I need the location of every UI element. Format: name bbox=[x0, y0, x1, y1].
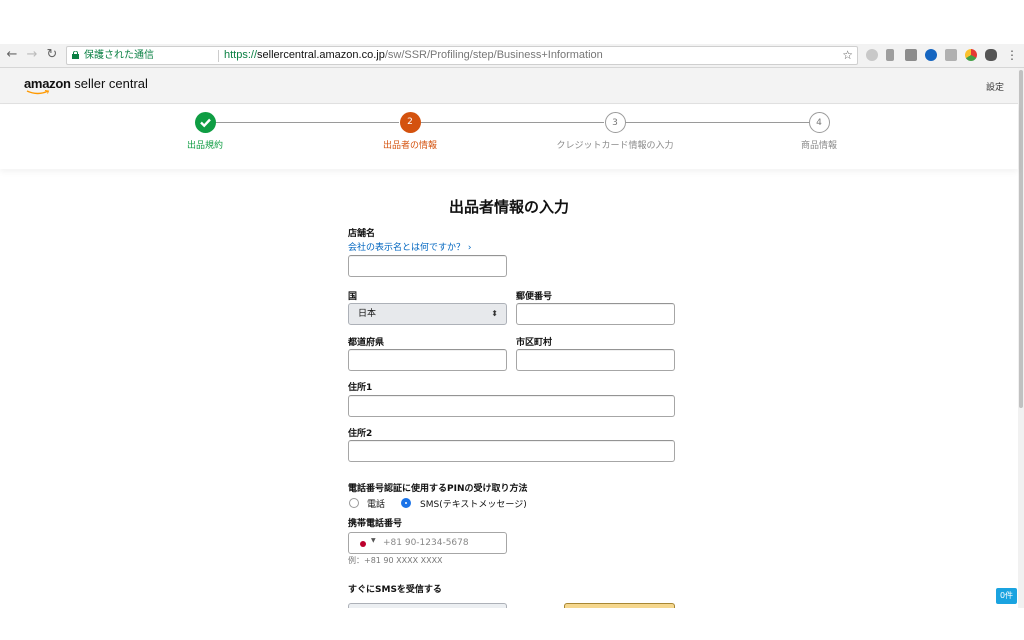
step-number: 4 bbox=[808, 112, 830, 133]
extension-gamepad-icon[interactable] bbox=[985, 49, 997, 61]
step-label: クレジットカード情報の入力 bbox=[556, 141, 674, 151]
select-arrows-icon: ⬍ bbox=[491, 309, 498, 318]
amazon-smile-icon bbox=[26, 90, 50, 95]
mobile-number-label: 携帯電話番号 bbox=[348, 519, 403, 529]
step-seller-agreement: 出品規約 bbox=[145, 112, 265, 151]
postal-code-label: 郵便番号 bbox=[516, 292, 553, 302]
extension-blue-icon[interactable] bbox=[925, 49, 937, 61]
pin-method-label: 電話番号認証に使用するPINの受け取り方法 bbox=[348, 484, 528, 494]
country-select[interactable]: 日本 ⬍ bbox=[348, 303, 507, 325]
lock-icon bbox=[72, 51, 79, 59]
back-icon[interactable]: ← bbox=[4, 47, 20, 63]
extension-book-icon[interactable] bbox=[945, 49, 957, 61]
step-label: 出品規約 bbox=[186, 141, 223, 151]
store-name-help-link[interactable]: 会社の表示名とは何ですか？ › bbox=[348, 240, 471, 253]
page-scrollbar[interactable] bbox=[1018, 68, 1024, 608]
mobile-number-placeholder: +81 90-1234-5678 bbox=[383, 538, 469, 548]
step-product-info: 4 商品情報 bbox=[759, 112, 879, 151]
address-bar[interactable]: 保護された通信 https://sellercentral.amazon.co.… bbox=[66, 46, 858, 65]
forward-icon[interactable]: → bbox=[24, 47, 40, 63]
prefecture-input[interactable] bbox=[348, 349, 507, 371]
browser-menu-icon[interactable]: ⋮ bbox=[1006, 48, 1018, 62]
check-icon bbox=[194, 112, 216, 133]
seller-central-header: amazon seller central 設定 bbox=[0, 68, 1018, 104]
step-seller-info: 2 出品者の情報 bbox=[350, 112, 470, 151]
address2-label: 住所2 bbox=[348, 429, 373, 439]
notification-count-badge[interactable]: 0件 bbox=[996, 588, 1017, 604]
extension-bars-icon[interactable] bbox=[886, 49, 894, 61]
browser-toolbar: ← → ↻ 保護された通信 https://sellercentral.amaz… bbox=[0, 44, 1024, 68]
reload-icon[interactable]: ↻ bbox=[44, 47, 60, 63]
url-text: https://sellercentral.amazon.co.jp/sw/SS… bbox=[224, 49, 603, 61]
bookmark-star-icon[interactable]: ☆ bbox=[842, 47, 853, 64]
prefecture-label: 都道府県 bbox=[348, 338, 385, 348]
country-selected-value: 日本 bbox=[358, 309, 377, 319]
amazon-seller-central-logo[interactable]: amazon seller central bbox=[24, 76, 148, 95]
address1-input[interactable] bbox=[348, 395, 675, 417]
settings-link[interactable]: 設定 bbox=[986, 80, 1004, 93]
step-number: 2 bbox=[399, 112, 421, 133]
step-number: 3 bbox=[604, 112, 626, 133]
extension-cloud-icon[interactable] bbox=[866, 49, 878, 61]
country-label: 国 bbox=[348, 292, 358, 302]
secure-connection-label: 保護された通信 bbox=[84, 50, 154, 61]
pin-sms-label[interactable]: SMS(テキストメッセージ) bbox=[420, 497, 527, 510]
pin-phone-radio[interactable] bbox=[349, 498, 359, 508]
address1-label: 住所1 bbox=[348, 383, 373, 393]
bottom-blank-area bbox=[0, 608, 1024, 640]
progress-stepper: 出品規約 2 出品者の情報 3 クレジットカード情報の入力 4 商品情報 bbox=[0, 105, 1018, 169]
mobile-number-input[interactable]: ▼ +81 90-1234-5678 bbox=[348, 532, 507, 554]
step-label: 出品者の情報 bbox=[382, 141, 437, 151]
postal-code-input[interactable] bbox=[516, 303, 675, 325]
step-label: 商品情報 bbox=[800, 141, 837, 151]
receive-sms-label: すぐにSMSを受信する bbox=[348, 585, 442, 595]
address-separator bbox=[218, 50, 219, 62]
mobile-number-hint: 例：+81 90 XXXX XXXX bbox=[348, 556, 443, 565]
pin-phone-label[interactable]: 電話 bbox=[367, 497, 385, 510]
store-name-input[interactable] bbox=[348, 255, 507, 277]
city-label: 市区町村 bbox=[516, 338, 553, 348]
store-name-label: 店舗名 bbox=[348, 229, 376, 239]
extension-square-icon[interactable] bbox=[905, 49, 917, 61]
japan-flag-icon[interactable] bbox=[357, 540, 369, 548]
step-credit-card: 3 クレジットカード情報の入力 bbox=[555, 112, 675, 151]
scrollbar-thumb[interactable] bbox=[1019, 70, 1023, 408]
address2-input[interactable] bbox=[348, 440, 675, 462]
country-code-dropdown-icon[interactable]: ▼ bbox=[371, 537, 376, 544]
page-title: 出品者情報の入力 bbox=[448, 198, 569, 216]
top-blank-area bbox=[0, 0, 1024, 44]
city-input[interactable] bbox=[516, 349, 675, 371]
extension-chart-icon[interactable] bbox=[965, 49, 977, 61]
pin-sms-radio[interactable] bbox=[401, 498, 411, 508]
